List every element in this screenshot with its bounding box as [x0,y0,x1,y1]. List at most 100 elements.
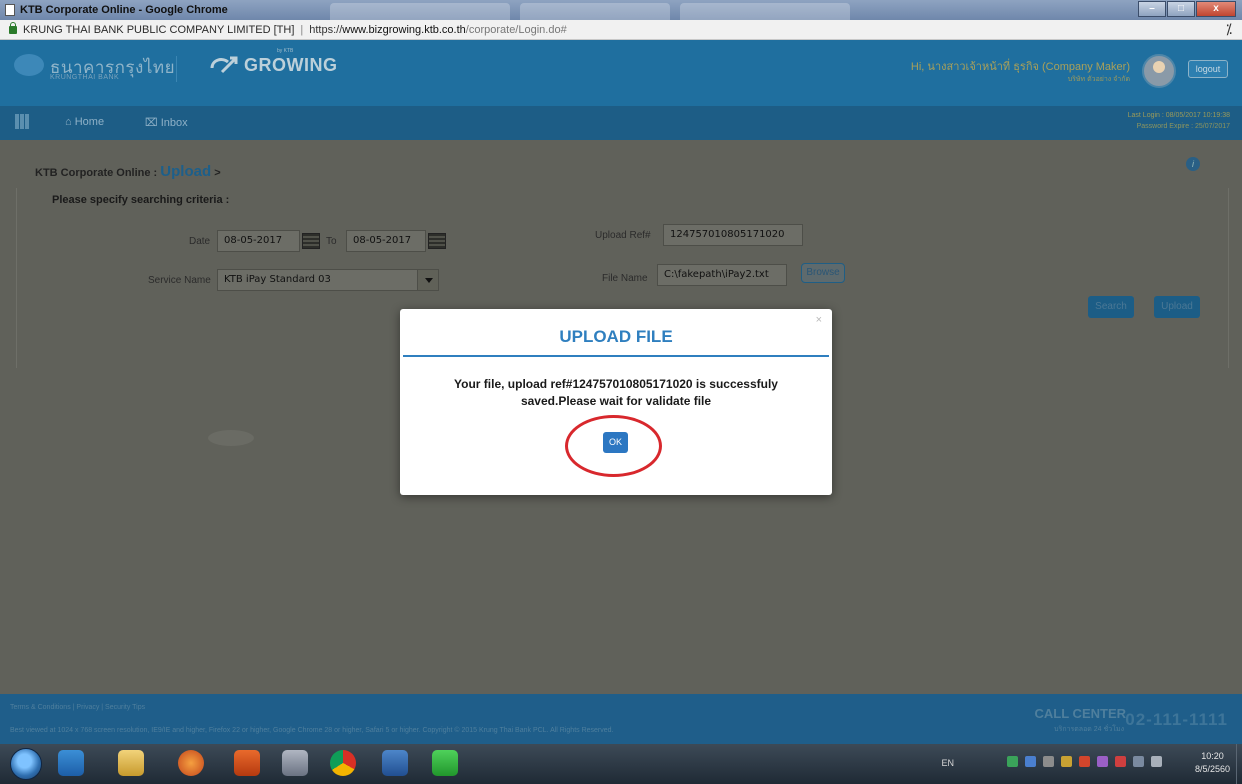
line-icon[interactable] [432,750,458,776]
logout-button[interactable]: logout [1188,60,1228,78]
nav-inbox-label: Inbox [160,117,188,129]
home-icon: ⌂ [65,116,72,128]
upload-ref-label: Upload Ref# [595,230,651,241]
chrome-icon[interactable] [330,750,356,776]
window-titlebar: KTB Corporate Online - Google Chrome – □… [0,0,1242,20]
service-name-value: KTB iPay Standard 03 [224,274,331,285]
page-icon [5,4,15,16]
dialog-message-line2: saved.Please wait for validate file [520,394,712,408]
date-label: Date [189,236,211,247]
footer-copyright: Best viewed at 1024 x 768 screen resolut… [10,727,614,734]
close-icon[interactable]: × [816,314,822,326]
user-greeting: Hi, นางสาวเจ้าหน้าที่ ธุรกิจ (Company Ma… [910,61,1130,73]
nav-bar: ⌂ Home ⌧ Inbox Last Login : 08/05/2017 1… [0,106,1242,140]
address-separator: | [300,23,304,36]
upload-button[interactable]: Upload [1154,296,1200,318]
chevron-down-icon [417,270,438,290]
background-tab[interactable] [330,3,510,20]
inbox-icon: ⌧ [145,117,158,129]
loading-indicator [208,430,254,446]
folder-icon[interactable] [118,750,144,776]
show-desktop-button[interactable] [1236,744,1242,784]
date-from-field[interactable]: 08-05-2017 [217,230,300,252]
window-controls: – □ x [1137,1,1236,17]
service-name-select[interactable]: KTB iPay Standard 03 [217,269,439,291]
call-center-label: CALL CENTER [1034,706,1126,721]
user-company: บริษัท ตัวอย่าง จำกัด [1067,76,1130,83]
nav-item-inbox[interactable]: ⌧ Inbox [145,116,188,129]
url-scheme: https:// [309,23,343,36]
taskbar: EN 10:20 8/5/2560 [0,744,1242,784]
tray-icon[interactable] [1007,756,1018,767]
search-button[interactable]: Search [1088,296,1134,318]
volume-icon[interactable] [1151,756,1162,767]
product-name: GROWING [244,55,338,75]
bank-logo-icon [14,54,44,76]
nav-item-home[interactable]: ⌂ Home [65,116,104,128]
network-icon[interactable] [1133,756,1144,767]
clock[interactable]: 10:20 8/5/2560 [1195,750,1230,776]
grid-menu-icon[interactable] [15,114,30,129]
service-name-label: Service Name [148,275,211,286]
close-window-button[interactable]: x [1196,1,1236,17]
footer-links[interactable]: Terms & Conditions | Privacy | Security … [10,704,145,711]
highlight-annotation [565,415,662,477]
url-path: /corporate/Login.do# [465,23,567,36]
breadcrumb-suffix: > [214,167,221,179]
bank-name-en: KRUNGTHAI BANK [50,74,120,81]
upload-ref-field[interactable]: 124757010805171020 [663,224,803,246]
file-name-field[interactable]: C:\fakepath\iPay2.txt [657,264,787,286]
system-tray [1000,756,1162,767]
tray-icon[interactable] [1061,756,1072,767]
address-bar[interactable]: KRUNG THAI BANK PUBLIC COMPANY LIMITED [… [0,20,1242,40]
criteria-heading: Please specify searching criteria : [52,194,230,206]
tray-icon[interactable] [1043,756,1054,767]
nav-home-label: Home [74,116,105,128]
word-icon[interactable] [382,750,408,776]
avatar-icon[interactable] [1142,54,1176,88]
to-label: To [326,236,337,247]
site-identity: KRUNG THAI BANK PUBLIC COMPANY LIMITED [… [23,23,295,36]
call-center-number: 02-111-1111 [1125,710,1228,729]
breadcrumb-prefix: KTB Corporate Online : [35,167,158,179]
ie-icon[interactable] [58,750,84,776]
tray-icon[interactable] [1079,756,1090,767]
dialog-message: Your file, upload ref#124757010805171020… [420,376,812,410]
call-center-sub: บริการตลอด 24 ชั่วโมง [1054,726,1124,733]
url-host: www.bizgrowing.ktb.co.th [342,23,466,36]
clock-date: 8/5/2560 [1194,764,1230,774]
file-name-label: File Name [602,273,648,284]
help-icon[interactable]: i [1186,157,1200,171]
tray-icon[interactable] [1025,756,1036,767]
calendar-icon[interactable] [302,233,320,249]
date-to-field[interactable]: 08-05-2017 [346,230,426,252]
header-divider [176,56,177,82]
url-text[interactable]: https://www.bizgrowing.ktb.co.th/corpora… [309,24,566,36]
firefox-icon[interactable] [178,750,204,776]
page-footer: Terms & Conditions | Privacy | Security … [0,694,1242,744]
lock-icon [9,21,17,34]
chrome-menu-icon[interactable]: ⁒ [1226,21,1232,38]
breadcrumb: KTB Corporate Online : Upload > [35,163,221,180]
background-tab[interactable] [680,3,850,20]
maximize-button[interactable]: □ [1167,1,1195,17]
dialog-title: UPLOAD FILE [559,327,673,346]
tray-icon[interactable] [1097,756,1108,767]
language-indicator[interactable]: EN [941,758,954,768]
biz-growing-logo-icon [210,56,238,74]
background-tab[interactable] [520,3,670,20]
tray-icon[interactable] [1115,756,1126,767]
breadcrumb-active[interactable]: Upload [160,163,211,180]
media-player-icon[interactable] [234,750,260,776]
minimize-button[interactable]: – [1138,1,1166,17]
tool-icon[interactable] [282,750,308,776]
app-header: ธนาคารกรุงไทย KRUNGTHAI BANK by KTB GROW… [0,40,1242,106]
password-expire: Password Expire : 25/07/2017 [1136,123,1230,130]
browse-button[interactable]: Browse [801,263,845,283]
calendar-icon[interactable] [428,233,446,249]
start-orb-icon[interactable] [10,748,42,780]
dialog-title-divider [403,355,829,357]
window-title: KTB Corporate Online - Google Chrome [20,4,228,16]
last-login: Last Login : 08/05/2017 10:19:38 [1127,112,1230,119]
product-tag: by KTB [277,48,294,54]
